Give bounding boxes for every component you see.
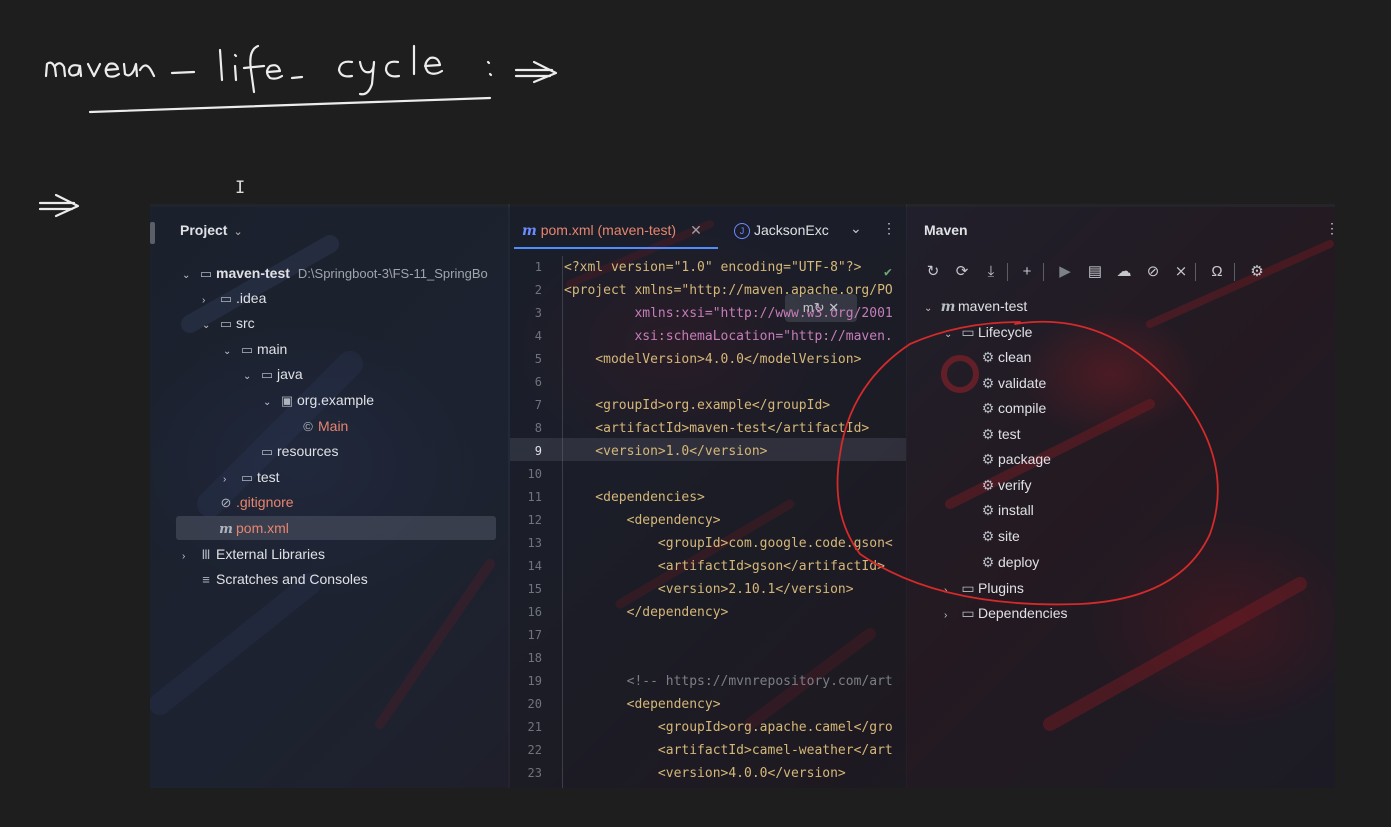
- handwritten-note-maven-life-cycle: [38, 44, 558, 218]
- text-cursor-icon: I: [235, 178, 246, 198]
- annotation-circle: [836, 320, 1219, 606]
- ide-screenshot: Project ⌄ ⌄ ▭ maven-test D:\Springboot-3\FS-…: [150, 204, 1335, 788]
